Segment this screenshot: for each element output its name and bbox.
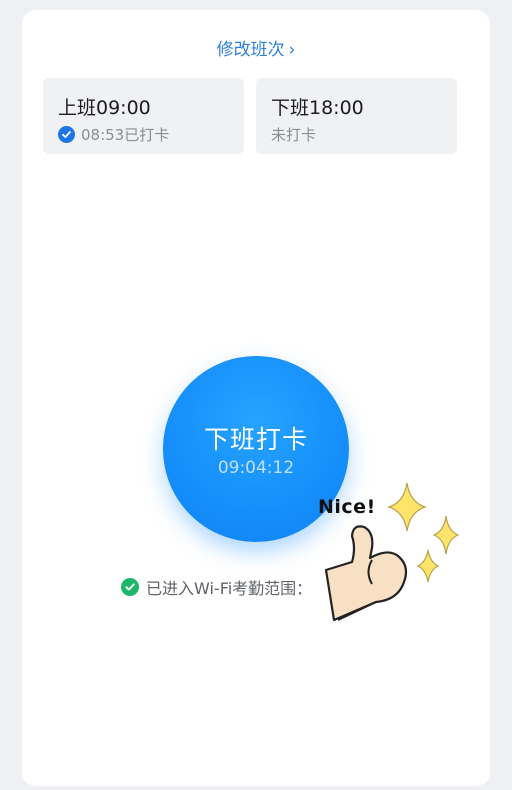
- sparkle-icon: [432, 515, 460, 555]
- nice-sticker-text: Nice!: [318, 496, 376, 518]
- sparkle-icon: [416, 549, 440, 583]
- thumbs-up-sticker: [324, 482, 460, 622]
- sparkle-icon: [387, 482, 427, 532]
